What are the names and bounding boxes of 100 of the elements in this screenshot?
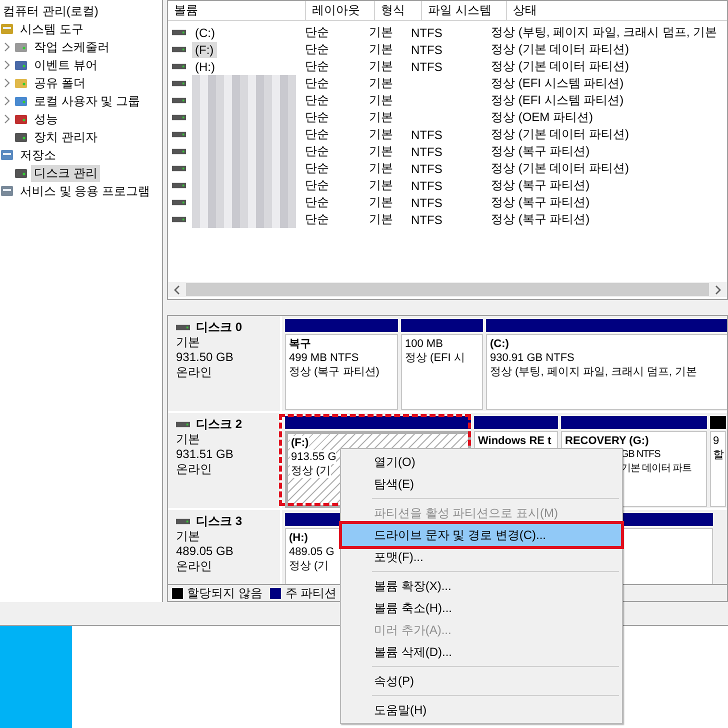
- menu-item[interactable]: 포맷(F)...: [344, 546, 619, 568]
- tree-item[interactable]: 서비스 및 응용 프로그램: [17, 182, 154, 200]
- table-cell: 정상 (복구 파티션): [491, 195, 590, 209]
- tree-item[interactable]: 로컬 사용자 및 그룹: [31, 92, 144, 110]
- disk-size: 931.51 GB: [176, 447, 234, 462]
- drive-icon: [172, 46, 186, 53]
- table-cell: 기본: [369, 93, 393, 107]
- partition-block[interactable]: 9 할: [710, 431, 726, 507]
- table-cell: NTFS: [411, 212, 442, 226]
- drive-icon: [172, 182, 186, 189]
- table-cell: 정상 (복구 파티션): [491, 178, 590, 192]
- column-header[interactable]: 볼륨: [168, 1, 306, 20]
- expand-chevron-icon[interactable]: [4, 60, 10, 70]
- drive-icon: [172, 29, 186, 36]
- expand-chevron-icon[interactable]: [4, 42, 10, 52]
- tree-item[interactable]: 성능: [31, 110, 61, 128]
- expand-chevron-icon[interactable]: [4, 78, 10, 88]
- disk-type: 기본: [176, 335, 201, 350]
- table-cell: 기본: [369, 110, 393, 124]
- column-header[interactable]: 레이아웃: [306, 1, 375, 20]
- horizontal-scrollbar[interactable]: [168, 282, 727, 297]
- disk-size: 489.05 GB: [176, 544, 234, 559]
- menu-item[interactable]: 도움말(H): [344, 699, 619, 721]
- tree-item[interactable]: 시스템 도구: [17, 20, 86, 38]
- partition-text: (F:): [290, 436, 309, 450]
- drive-icon: [172, 165, 186, 172]
- table-cell: 기본: [369, 127, 393, 141]
- table-cell: NTFS: [411, 144, 442, 158]
- volume-name[interactable]: (F:): [192, 42, 217, 58]
- volume-name[interactable]: (C:): [192, 24, 218, 40]
- table-cell: 정상 (복구 파티션): [491, 144, 590, 158]
- table-cell: 기본: [369, 178, 393, 192]
- table-cell: 정상 (EFI 시스템 파티션): [491, 76, 624, 90]
- column-header[interactable]: 형식: [375, 1, 422, 20]
- table-cell: 정상 (부팅, 페이지 파일, 크래시 덤프, 기본: [491, 25, 718, 39]
- drive-icon: [172, 80, 186, 87]
- table-cell: 정상 (기본 데이터 파티션): [491, 59, 629, 73]
- legend-label: 주 파티션: [285, 584, 337, 602]
- tree-item[interactable]: 작업 스케줄러: [31, 38, 112, 56]
- menu-item[interactable]: 볼륨 확장(X)...: [344, 575, 619, 597]
- tree-item[interactable]: 저장소: [17, 146, 59, 164]
- table-cell: 단순: [305, 212, 329, 226]
- table-cell: 기본: [369, 59, 393, 73]
- column-header[interactable]: 상태: [507, 1, 727, 20]
- table-cell: 기본: [369, 42, 393, 56]
- partition-block[interactable]: 복구 499 MB NTFS 정상 (복구 파티션): [285, 334, 398, 410]
- table-cell: 기본: [369, 144, 393, 158]
- table-cell: 기본: [369, 25, 393, 39]
- tree-item[interactable]: 공유 폴더: [31, 74, 88, 92]
- table-cell: 단순: [305, 42, 329, 56]
- volume-name[interactable]: (H:): [192, 58, 218, 74]
- tree-item[interactable]: 이벤트 뷰어: [31, 56, 100, 74]
- table-cell: 정상 (복구 파티션): [491, 212, 590, 226]
- table-cell: 기본: [369, 212, 393, 226]
- partition-text: 정상 (기: [288, 559, 329, 573]
- menu-item[interactable]: 볼륨 삭제(D)...: [344, 641, 619, 663]
- scroll-right-icon[interactable]: [714, 284, 722, 294]
- column-header[interactable]: 파일 시스템: [422, 1, 507, 20]
- table-cell: 단순: [305, 161, 329, 175]
- table-cell: 단순: [305, 59, 329, 73]
- expand-chevron-icon[interactable]: [4, 96, 10, 106]
- tree-item[interactable]: 장치 관리자: [31, 128, 100, 146]
- table-cell: 기본: [369, 195, 393, 209]
- partition-text: 정상 (부팅, 페이지 파일, 크래시 덤프, 기본: [489, 365, 698, 379]
- partition-text: 정상 (기: [290, 464, 331, 478]
- disk-name: 디스크 2: [196, 417, 242, 432]
- drive-icon: [176, 518, 190, 525]
- table-cell: 기본: [369, 161, 393, 175]
- table-cell: NTFS: [411, 196, 442, 210]
- table-cell: 단순: [305, 76, 329, 90]
- table-cell: NTFS: [411, 60, 442, 74]
- drive-icon: [172, 131, 186, 138]
- table-cell: 단순: [305, 110, 329, 124]
- partition-text: RECOVERY (G:): [564, 434, 649, 448]
- drive-icon: [172, 97, 186, 104]
- partition-block[interactable]: 100 MB 정상 (EFI 시: [401, 334, 483, 410]
- expand-chevron-icon[interactable]: [4, 114, 10, 124]
- table-cell: 정상 (OEM 파티션): [491, 110, 593, 124]
- table-cell: NTFS: [411, 128, 442, 142]
- disk-type: 기본: [176, 432, 201, 447]
- disk-drive-icon: [14, 166, 28, 180]
- tree-item[interactable]: 컴퓨터 관리(로컬): [0, 2, 102, 20]
- menu-item[interactable]: 볼륨 축소(H)...: [344, 597, 619, 619]
- partition-text: 할: [712, 448, 724, 462]
- menu-item[interactable]: 드라이브 문자 및 경로 변경(C)...: [339, 521, 624, 549]
- disk-status: 온라인: [176, 559, 213, 574]
- menu-item[interactable]: 속성(P): [344, 670, 619, 692]
- disk-status: 온라인: [176, 462, 213, 477]
- tree-item[interactable]: 디스크 관리: [31, 164, 100, 182]
- table-cell: 단순: [305, 178, 329, 192]
- table-cell: NTFS: [411, 178, 442, 192]
- legend-label: 할당되지 않음: [187, 584, 262, 602]
- partition-block[interactable]: (C:) 930.91 GB NTFS 정상 (부팅, 페이지 파일, 크래시 덤프, 기본: [486, 334, 727, 410]
- scroll-left-icon[interactable]: [173, 284, 181, 294]
- disk-status: 온라인: [176, 365, 213, 380]
- table-cell: 정상 (기본 데이터 파티션): [491, 161, 629, 175]
- table-cell: NTFS: [411, 42, 442, 56]
- partition-text: 복구: [288, 337, 311, 351]
- drive-icon: [172, 216, 186, 223]
- disk-name: 디스크 0: [196, 320, 242, 335]
